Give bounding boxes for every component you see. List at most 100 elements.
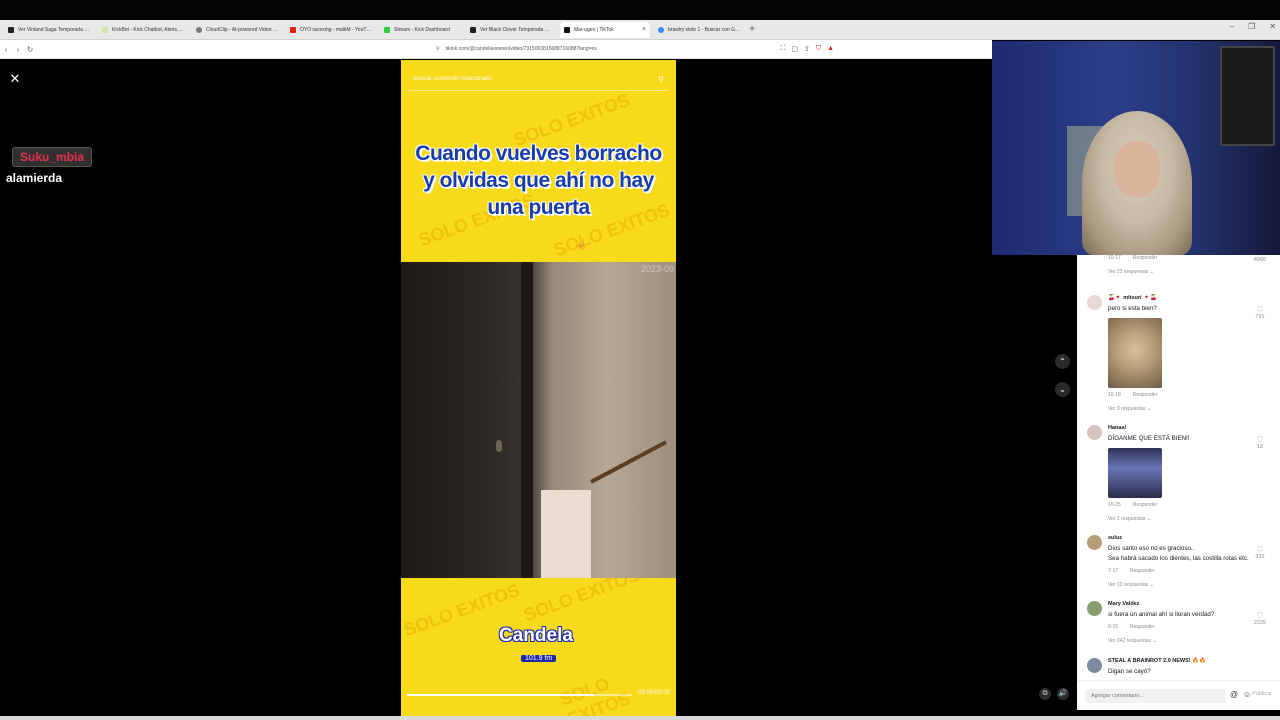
- heart-icon[interactable]: ♡: [1251, 305, 1269, 314]
- close-video-button[interactable]: ✕: [8, 72, 22, 86]
- bookmark-icon[interactable]: ▢: [791, 45, 798, 53]
- search-icon[interactable]: ⚲: [658, 75, 664, 84]
- comment-body: Hanaa! DÍGANME QUE ESTÁ BIEN!! 10-25 Resp…: [1108, 425, 1253, 522]
- tab-title: brawlry stole 1 - Buscar con Google: [668, 26, 740, 33]
- tab-cloudclip[interactable]: CloudClip - AI-powered Video Repurp: [192, 22, 282, 38]
- view-replies-link[interactable]: Ver 23 respuestas ⌄: [1108, 269, 1253, 275]
- reader-icon[interactable]: ⛶: [780, 45, 785, 53]
- url-text: tiktok.com/@candelaestereo/video/7315063…: [445, 46, 597, 52]
- like-group: ♡ 12: [1251, 435, 1269, 450]
- comment-username[interactable]: Mary Valdez: [1108, 601, 1253, 607]
- comment-input[interactable]: [1085, 689, 1225, 703]
- reply-link[interactable]: Responder: [1130, 624, 1154, 630]
- reload-icon[interactable]: ↻: [24, 45, 36, 54]
- comment-body: STEAL A BRAINROT 2.0 NEWS! 🔥🔥 Digan se c…: [1108, 658, 1253, 677]
- youtube-icon: [290, 26, 296, 33]
- tab-youtube[interactable]: OYO racexing - malkM - YouTube: [286, 22, 376, 38]
- comment-gif-girl[interactable]: [1108, 448, 1162, 498]
- rewards-icon[interactable]: ▲: [827, 45, 834, 53]
- avatar[interactable]: [1087, 658, 1102, 673]
- comment-text: pero si esta bien?: [1108, 305, 1157, 312]
- view-replies-link[interactable]: Ver 13 respuestas ⌄: [1108, 582, 1253, 588]
- like-count: 4066: [1253, 257, 1267, 263]
- streamer-face: [1114, 141, 1160, 197]
- minimize-icon[interactable]: –: [1230, 22, 1234, 31]
- publish-button[interactable]: Publicar: [1252, 691, 1272, 697]
- comment-compose-bar: @ ☺ Publicar: [1077, 680, 1280, 710]
- window-controls: – ❐ ✕: [1230, 22, 1276, 31]
- mouse-cursor-icon: ☝: [575, 240, 588, 251]
- comment-text-line2: Sea habrá sacado los dientes, las costil…: [1108, 555, 1249, 562]
- site-info-icon[interactable]: ⚲: [436, 46, 440, 52]
- camera-timestamp: 2023-09: [640, 264, 674, 274]
- like-group: ♡ 332: [1251, 545, 1269, 560]
- comment-meta: 10-17 Responder: [1108, 255, 1253, 261]
- tab-google[interactable]: brawlry stole 1 - Buscar con Google: [654, 22, 744, 38]
- view-replies-link[interactable]: Ver 3 respuestas ⌄: [1108, 406, 1253, 412]
- avatar[interactable]: [1087, 535, 1102, 550]
- comment-username[interactable]: 🍒🍷 mitsuri 🍷🍒: [1108, 295, 1253, 301]
- taskbar-edge: [0, 716, 1280, 720]
- comment-username[interactable]: STEAL A BRAINROT 2.0 NEWS! 🔥🔥: [1108, 658, 1253, 664]
- tiktok-video-player[interactable]: SOLO EXITOS SOLO EXITOS SOLO EXITOS SOLO…: [401, 60, 676, 716]
- reply-link[interactable]: Responder: [1133, 502, 1157, 508]
- brave-shield-icon[interactable]: ⛉: [816, 45, 821, 53]
- new-tab-button[interactable]: +: [744, 24, 760, 35]
- comments-panel: 10-17 Responder Ver 23 respuestas ⌄ 4066 …: [1077, 255, 1280, 680]
- like-group: ♡ 791: [1251, 305, 1269, 320]
- tab-kickbot[interactable]: KickBot - Kick Chatbot, Alerts, TTS, Ov: [98, 22, 188, 38]
- comment-body: Mary Valdez si fuera un animal ahí si ll…: [1108, 601, 1253, 644]
- restore-icon[interactable]: ❐: [1248, 22, 1255, 31]
- reply-link[interactable]: Responder: [1133, 255, 1157, 261]
- forward-icon[interactable]: ›: [12, 45, 24, 54]
- heart-icon[interactable]: ♡: [1251, 611, 1269, 620]
- progress-fill: [407, 694, 594, 696]
- tab-kick-dashboard[interactable]: Stream - Kick Dashboard: [380, 22, 462, 38]
- like-group: ♡ 2225: [1251, 611, 1269, 626]
- doorbell-camera-footage: 2023-09: [401, 262, 676, 578]
- comment-meta: 10-18 Responder: [1108, 392, 1253, 398]
- tab-vinland[interactable]: Ver Vinland Saga Temporada 4 Episodio: [4, 22, 94, 38]
- close-window-icon[interactable]: ✕: [1269, 22, 1276, 31]
- chat-username: Suku_mbia: [12, 147, 93, 167]
- comment-body: 🍒🍷 mitsuri 🍷🍒 pero si esta bien? 10-18 Re…: [1108, 295, 1253, 412]
- comment-date: 10-25: [1108, 502, 1121, 508]
- previous-video-button[interactable]: ⌃: [1055, 354, 1070, 369]
- heart-icon[interactable]: ♡: [1251, 545, 1269, 554]
- address-bar: ‹ › ↻ ⚲ tiktok.com/@candelaestereo/video…: [0, 40, 992, 59]
- video-progress-bar[interactable]: [407, 694, 632, 696]
- back-icon[interactable]: ‹: [0, 45, 12, 54]
- tab-title: Stream - Kick Dashboard: [394, 26, 450, 33]
- avatar[interactable]: [1087, 601, 1102, 616]
- comment-username[interactable]: suluz: [1108, 535, 1253, 541]
- comment-date: 7-17: [1108, 568, 1119, 574]
- reply-link[interactable]: Responder: [1133, 392, 1157, 398]
- share-icon[interactable]: ⇪: [804, 45, 810, 53]
- tab-tiktok[interactable]: Mar-ugeo | TikTok ×: [560, 21, 650, 38]
- top-black-strip: [0, 0, 1280, 20]
- url-field[interactable]: ⚲ tiktok.com/@candelaestereo/video/73150…: [436, 46, 597, 52]
- heart-icon[interactable]: ♡: [1251, 435, 1269, 444]
- comment-meta: 7-17 Responder: [1108, 568, 1253, 574]
- emoji-icon[interactable]: ☺: [1243, 690, 1251, 699]
- mention-icon[interactable]: @: [1230, 690, 1238, 699]
- video-caption: Cuando vuelves borracho y olvidas que ah…: [401, 140, 676, 221]
- view-replies-link[interactable]: Ver 242 respuestas ⌄: [1108, 638, 1253, 644]
- tab-black-clover[interactable]: Ver Black Clover Temporada 1 Episod: [466, 22, 556, 38]
- avatar[interactable]: [1087, 425, 1102, 440]
- next-video-button[interactable]: ⌄: [1055, 382, 1070, 397]
- reply-link[interactable]: Responder: [1130, 568, 1154, 574]
- comment-gif-cat[interactable]: [1108, 318, 1162, 388]
- kickbot-icon: [102, 26, 108, 33]
- related-search-input[interactable]: Buscar contenido relacionado: [413, 76, 492, 82]
- view-replies-link[interactable]: Ver 2 respuestas ⌄: [1108, 516, 1253, 522]
- comment-body: 10-17 Responder Ver 23 respuestas ⌄: [1108, 255, 1253, 275]
- caption-toggle-icon[interactable]: ⧉: [1039, 688, 1051, 700]
- kick-icon: [384, 26, 390, 33]
- comment-username[interactable]: Hanaa!: [1108, 425, 1253, 431]
- avatar[interactable]: [1087, 295, 1102, 310]
- p-icon: [470, 26, 476, 33]
- close-icon[interactable]: ×: [642, 26, 646, 33]
- comment-text: si fuera un animal ahí si lloran verdad?: [1108, 611, 1215, 618]
- volume-icon[interactable]: 🔊: [1057, 688, 1069, 700]
